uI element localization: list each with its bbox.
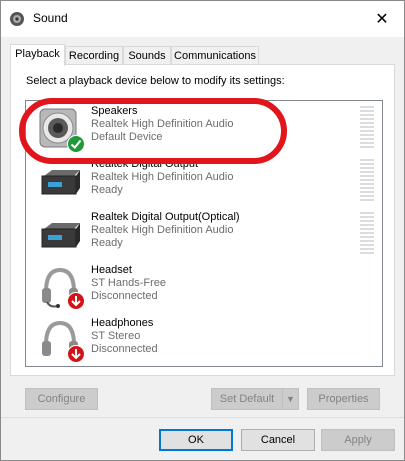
device-item-headphones[interactable]: Headphones ST Stereo Disconnected bbox=[26, 313, 382, 366]
level-meter bbox=[360, 106, 374, 150]
configure-button[interactable]: Configure bbox=[25, 388, 98, 410]
device-name: Realtek Digital Output bbox=[91, 158, 198, 170]
device-description: Realtek High Definition Audio bbox=[91, 224, 234, 236]
device-item-digital-output-optical[interactable]: Realtek Digital Output(Optical) Realtek … bbox=[26, 207, 382, 260]
playback-panel: Select a playback device below to modify… bbox=[10, 64, 395, 376]
apply-button[interactable]: Apply bbox=[321, 429, 395, 451]
window-title: Sound bbox=[33, 11, 68, 25]
digital-output-icon bbox=[41, 223, 80, 248]
default-check-icon bbox=[67, 135, 85, 153]
tab-communications[interactable]: Communications bbox=[171, 46, 259, 64]
disconnected-arrow-icon bbox=[67, 345, 85, 363]
device-status: Ready bbox=[91, 184, 123, 196]
device-status: Default Device bbox=[91, 131, 163, 143]
set-default-label: Set Default bbox=[219, 393, 275, 405]
properties-button[interactable]: Properties bbox=[307, 388, 380, 410]
chevron-down-icon[interactable]: ▼ bbox=[282, 389, 298, 409]
device-status: Ready bbox=[91, 237, 123, 249]
sound-dialog: Sound ✕ Playback Recording Sounds Commun… bbox=[0, 0, 405, 461]
device-list[interactable]: Speakers Realtek High Definition Audio D… bbox=[25, 100, 383, 367]
level-meter bbox=[360, 159, 374, 203]
device-item-digital-output[interactable]: Realtek Digital Output Realtek High Defi… bbox=[26, 154, 382, 207]
device-name: Headset bbox=[91, 264, 132, 276]
disconnected-arrow-icon bbox=[67, 292, 85, 310]
device-item-speakers[interactable]: Speakers Realtek High Definition Audio D… bbox=[26, 101, 382, 154]
tab-recording[interactable]: Recording bbox=[65, 46, 123, 64]
device-description: ST Stereo bbox=[91, 330, 141, 342]
device-status: Disconnected bbox=[91, 343, 158, 355]
device-item-headset[interactable]: Headset ST Hands-Free Disconnected bbox=[26, 260, 382, 313]
device-name: Realtek Digital Output(Optical) bbox=[91, 211, 240, 223]
ok-button[interactable]: OK bbox=[159, 429, 233, 451]
set-default-button[interactable]: Set Default ▼ bbox=[211, 388, 299, 410]
device-name: Headphones bbox=[91, 317, 154, 329]
level-meter bbox=[360, 212, 374, 256]
close-button[interactable]: ✕ bbox=[360, 1, 404, 37]
device-description: Realtek High Definition Audio bbox=[91, 171, 234, 183]
close-icon: ✕ bbox=[375, 11, 389, 28]
footer-divider bbox=[1, 417, 404, 418]
device-description: Realtek High Definition Audio bbox=[91, 118, 234, 130]
sound-app-icon bbox=[10, 12, 24, 26]
title-bar: Sound ✕ bbox=[1, 1, 404, 37]
tab-sounds[interactable]: Sounds bbox=[123, 46, 171, 64]
device-description: ST Hands-Free bbox=[91, 277, 166, 289]
cancel-button[interactable]: Cancel bbox=[241, 429, 315, 451]
instructions-text: Select a playback device below to modify… bbox=[26, 75, 285, 87]
device-status: Disconnected bbox=[91, 290, 158, 302]
tab-playback[interactable]: Playback bbox=[10, 44, 65, 66]
digital-output-icon bbox=[41, 170, 80, 195]
device-name: Speakers bbox=[91, 105, 138, 117]
